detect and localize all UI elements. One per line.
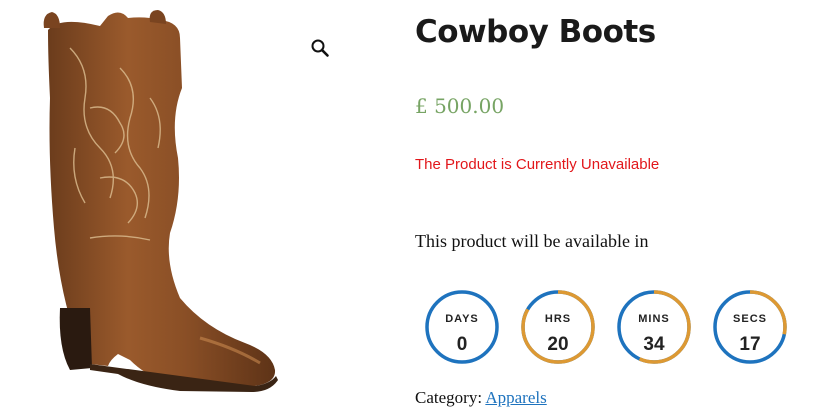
countdown-value: 34 [643, 334, 665, 355]
countdown-label: HRS [544, 313, 572, 325]
category-link[interactable]: Apparels [485, 388, 546, 407]
countdown-label: DAYS [445, 313, 479, 325]
countdown-timer: DAYS 0 HRS 20 MINS 34 SECS 17 [424, 289, 794, 369]
boot-image [43, 10, 278, 392]
category-label: Category: [415, 388, 483, 407]
countdown-hours: HRS 20 [520, 289, 596, 365]
countdown-label: SECS [733, 313, 767, 325]
unavailable-notice: The Product is Currently Unavailable [415, 156, 660, 173]
countdown-label: MINS [638, 313, 670, 325]
countdown-value: 0 [456, 334, 468, 355]
countdown-value: 17 [739, 334, 761, 355]
countdown-minutes: MINS 34 [616, 289, 692, 365]
product-summary: Cowboy Boots £ 500.00 The Product is Cur… [415, 0, 825, 420]
product-title: Cowboy Boots [415, 14, 656, 50]
product-category: Category: Apparels [415, 388, 547, 408]
countdown-value: 20 [547, 334, 569, 355]
availability-text: This product will be available in [415, 231, 649, 251]
countdown-days: DAYS 0 [424, 289, 500, 365]
magnifier-icon [311, 39, 329, 57]
product-price: £ 500.00 [415, 94, 505, 118]
zoom-button[interactable] [305, 33, 335, 63]
countdown-seconds: SECS 17 [712, 289, 788, 365]
product-gallery [0, 0, 360, 420]
